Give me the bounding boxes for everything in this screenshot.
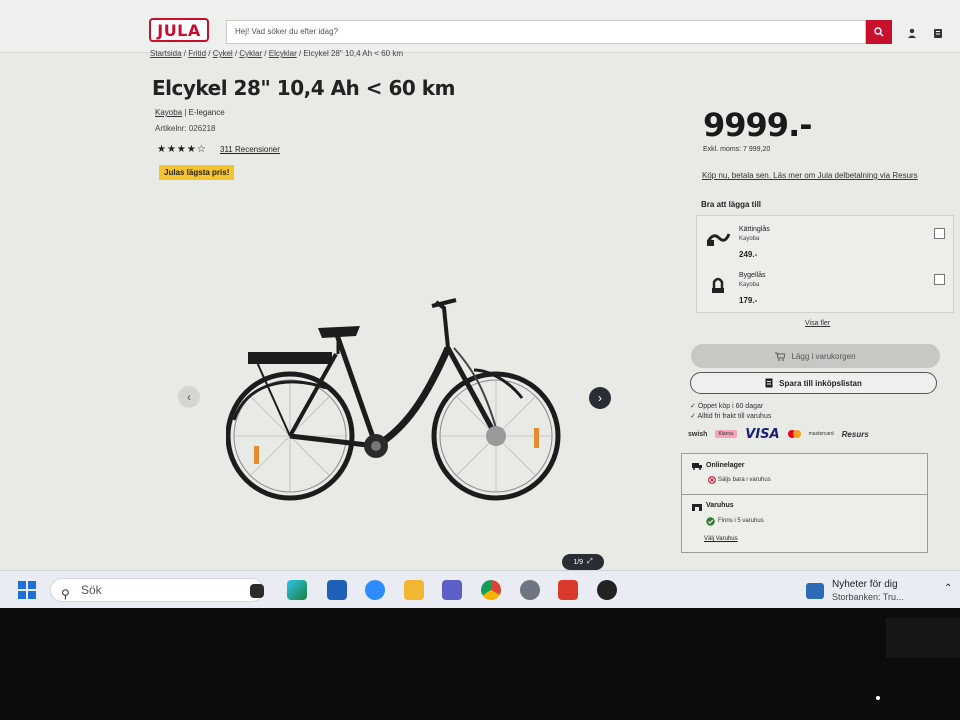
check-icon: ✓ <box>690 403 696 410</box>
installment-link[interactable]: Köp nu, betala sen. Läs mer om Jula delb… <box>702 171 918 180</box>
add-to-cart-button[interactable]: Lägg i varukorgen <box>691 344 940 368</box>
mastercard-logo <box>787 430 801 438</box>
usp-item: ✓ Alltid fri frakt till varuhus <box>690 413 772 420</box>
file-explorer-icon[interactable] <box>404 580 424 600</box>
breadcrumb-item[interactable]: Startsida <box>150 49 182 58</box>
search-input[interactable]: Hej! Vad söker du efter idag? <box>226 20 866 44</box>
truck-icon <box>692 463 702 470</box>
product-title: Elcykel 28" 10,4 Ah < 60 km <box>152 76 455 100</box>
app-icon[interactable] <box>597 580 617 600</box>
chevron-left-icon: ‹ <box>187 390 191 404</box>
taskbar-search-input[interactable]: ⚲ Sök <box>50 578 264 602</box>
zoom-icon[interactable] <box>365 580 385 600</box>
start-button[interactable] <box>18 581 36 599</box>
resurs-logo: Resurs <box>841 429 869 439</box>
divider <box>682 494 927 495</box>
news-title[interactable]: Nyheter för dig <box>832 579 898 590</box>
online-stock-title: Onlinelager <box>706 462 745 469</box>
settings-icon[interactable] <box>520 580 540 600</box>
monitor-bezel <box>886 618 960 658</box>
addon-checkbox[interactable] <box>934 228 945 239</box>
choose-store-link[interactable]: Välj Varuhus <box>704 536 738 542</box>
breadcrumb-item[interactable]: Elcyklar <box>269 49 297 58</box>
breadcrumb-item[interactable]: Cyklar <box>239 49 262 58</box>
chain-lock-icon <box>706 233 731 246</box>
breadcrumb: Startsida / Fritid / Cykel / Cyklar / El… <box>150 49 403 58</box>
addon-item[interactable]: Kättinglås Kayoba 249.- <box>697 218 953 264</box>
addon-item[interactable]: Bygellås Kayoba 179.- <box>697 264 953 310</box>
show-more-link[interactable]: Visa fler <box>805 320 830 327</box>
power-indicator <box>876 696 880 700</box>
product-brand: Kayoba | E-legance <box>155 108 225 117</box>
browser-screen: JULA Hej! Vad söker du efter idag? Start… <box>0 0 960 608</box>
available-icon <box>706 517 715 526</box>
addon-checkbox[interactable] <box>934 274 945 285</box>
search-icon: ⚲ <box>61 587 70 601</box>
visa-logo: VISA <box>745 426 780 442</box>
addons-heading: Bra att lägga till <box>701 200 762 209</box>
jula-logo[interactable]: JULA <box>149 18 209 42</box>
news-subtitle[interactable]: Storbanken: Tru... <box>832 592 904 602</box>
gallery-counter[interactable]: 1/9 ⤢ <box>562 554 604 570</box>
news-widget-icon[interactable] <box>806 583 824 599</box>
stock-status-box: Onlinelager Säljs bara i varuhus Varuhus… <box>681 453 928 553</box>
expand-icon: ⤢ <box>587 558 593 565</box>
chrome-icon[interactable] <box>481 580 501 600</box>
chevron-right-icon: › <box>598 391 602 405</box>
save-to-list-button[interactable]: Spara till inköpslistan <box>690 372 937 394</box>
addons-list: Kättinglås Kayoba 249.- Bygellås Kayoba … <box>696 215 954 313</box>
breadcrumb-current: Elcykel 28" 10,4 Ah < 60 km <box>303 49 403 58</box>
store-app-icon[interactable] <box>327 580 347 600</box>
brand-link[interactable]: Kayoba <box>155 108 182 117</box>
store-icon <box>692 504 702 511</box>
search-icon <box>874 27 884 37</box>
unavailable-icon <box>708 476 716 484</box>
reviews-link[interactable]: 311 Recensioner <box>220 145 280 154</box>
product-price: 9999.- <box>703 106 812 144</box>
account-icon[interactable] <box>906 28 918 40</box>
edge-icon[interactable] <box>287 580 307 600</box>
product-image[interactable] <box>226 288 566 504</box>
store-stock-status: Finns i 5 varuhus <box>718 518 764 524</box>
teams-icon[interactable] <box>442 580 462 600</box>
promo-badge: Julas lägsta pris! <box>159 165 235 180</box>
breadcrumb-item[interactable]: Fritid <box>188 49 206 58</box>
store-stock-title: Varuhus <box>706 502 734 509</box>
online-stock-status: Säljs bara i varuhus <box>718 477 771 483</box>
usp-item: ✓ Öppet köp i 60 dagar <box>690 403 764 410</box>
app-icon[interactable] <box>558 580 578 600</box>
u-lock-icon <box>712 277 724 293</box>
site-header: JULA Hej! Vad söker du efter idag? <box>0 0 960 53</box>
gallery-next-button[interactable]: › <box>589 387 611 409</box>
payment-methods: swish Klarna. VISA mastercard Resurs <box>688 426 869 442</box>
task-view-icon[interactable] <box>250 584 264 598</box>
rating-stars: ★★★★☆ <box>157 144 207 155</box>
shopping-list-icon[interactable] <box>932 28 944 40</box>
article-number: Artikelnr: 026218 <box>155 124 216 133</box>
shopping-list-icon <box>765 378 773 388</box>
gallery-prev-button[interactable]: ‹ <box>178 386 200 408</box>
breadcrumb-item[interactable]: Cykel <box>213 49 233 58</box>
check-icon: ✓ <box>690 413 696 420</box>
chevron-up-icon[interactable]: ⌃ <box>944 583 952 594</box>
search-button[interactable] <box>866 20 892 44</box>
klarna-logo: Klarna. <box>715 430 738 438</box>
windows-taskbar: ⚲ Sök Nyheter för dig Storbanken: Tru...… <box>0 570 960 608</box>
cart-icon <box>775 352 786 361</box>
price-ex-vat: Exkl. moms: 7 999,20 <box>703 146 771 153</box>
swish-logo: swish <box>688 430 708 438</box>
